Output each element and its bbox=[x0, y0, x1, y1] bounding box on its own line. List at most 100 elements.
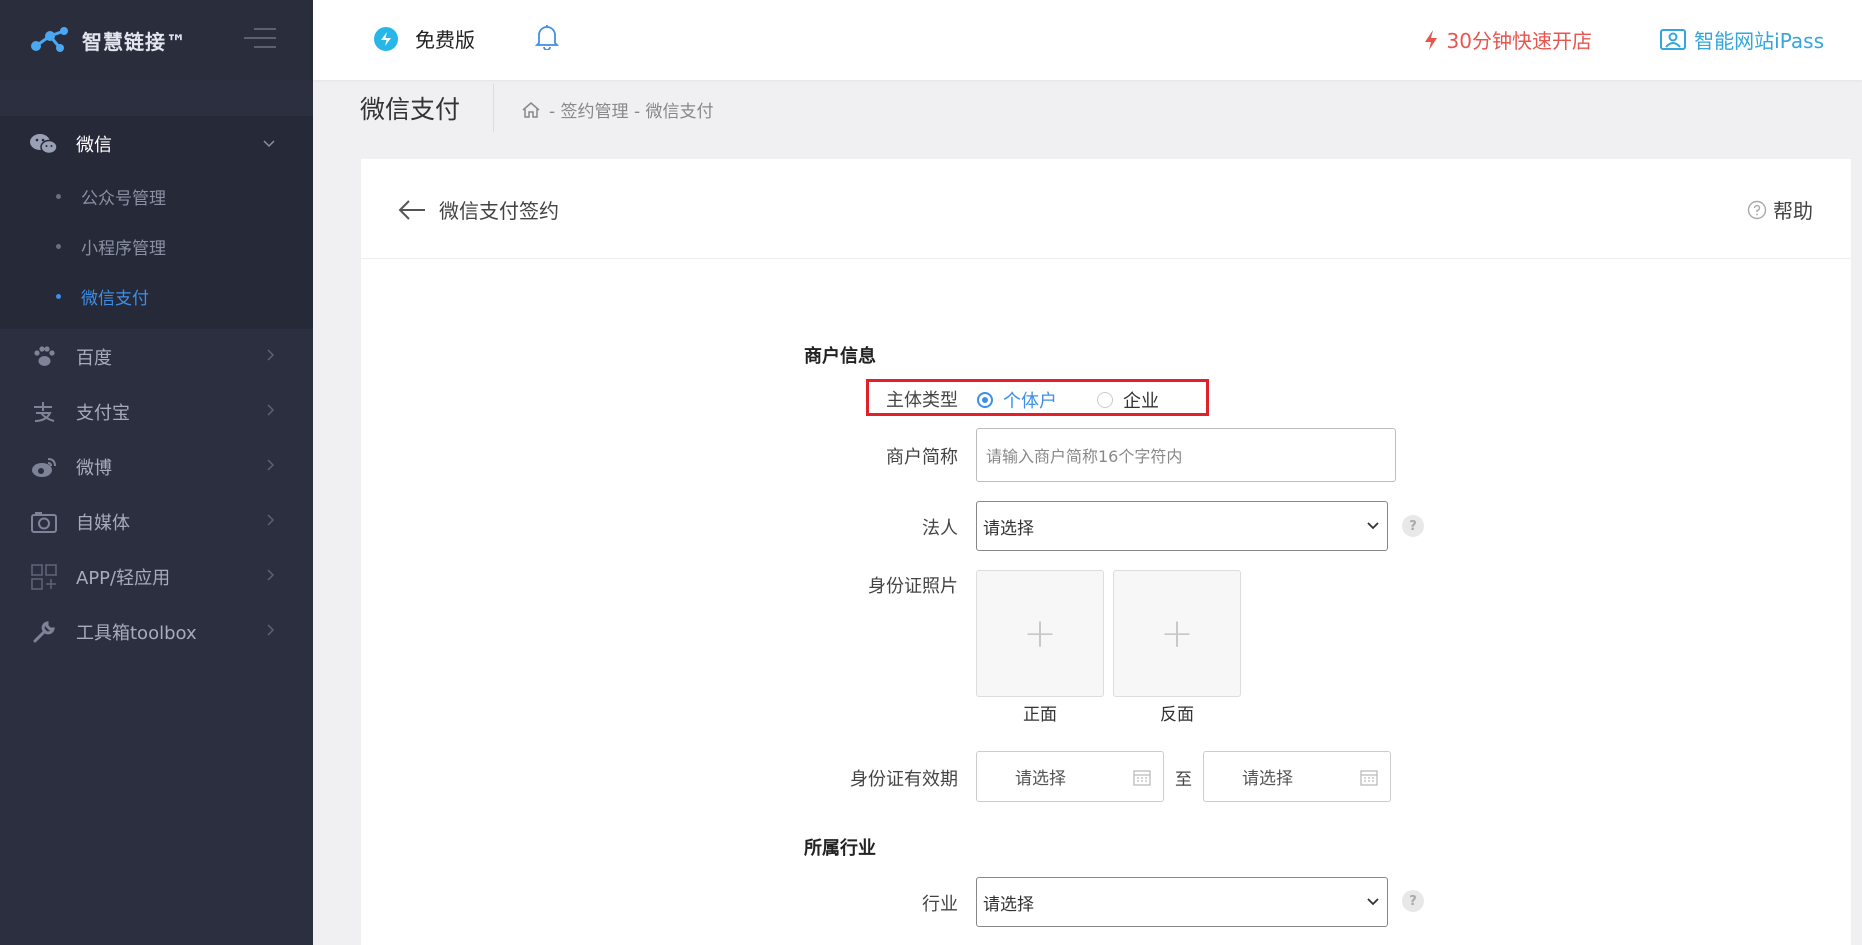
app-grid-icon bbox=[30, 563, 58, 591]
help-circle-icon bbox=[1747, 200, 1767, 219]
radio-option-enterprise[interactable]: 企业 bbox=[1097, 387, 1159, 413]
id-back-upload[interactable]: + bbox=[1113, 570, 1241, 697]
sidebar-item-baidu[interactable]: 百度 bbox=[0, 329, 313, 384]
wechat-icon bbox=[30, 130, 58, 158]
subject-type-radio-group: 个体户 企业 bbox=[977, 387, 1199, 413]
id-validity-start-picker[interactable]: 请选择 bbox=[976, 751, 1164, 802]
chevron-right-icon bbox=[267, 513, 275, 530]
industry-value: 请选择 bbox=[983, 894, 1034, 915]
short-name-input[interactable]: 请输入商户简称16个字符内 bbox=[976, 428, 1396, 482]
short-name-placeholder: 请输入商户简称16个字符内 bbox=[986, 447, 1183, 466]
id-photo-label: 身份证照片 bbox=[868, 576, 958, 597]
divider bbox=[493, 84, 494, 132]
chevron-right-icon bbox=[267, 458, 275, 475]
legal-person-label: 法人 bbox=[922, 518, 958, 539]
home-icon[interactable] bbox=[521, 101, 541, 119]
help-button[interactable]: 帮助 bbox=[1747, 195, 1813, 224]
id-back-caption: 反面 bbox=[1160, 705, 1194, 725]
calendar-icon bbox=[1360, 770, 1378, 786]
sidebar-item-app[interactable]: APP/轻应用 bbox=[0, 549, 313, 604]
industry-select[interactable]: 请选择 bbox=[976, 877, 1388, 927]
brand-logo-icon bbox=[31, 27, 68, 52]
page-title: 微信支付 bbox=[360, 95, 461, 124]
radio-button[interactable] bbox=[977, 392, 993, 408]
chevron-down-icon bbox=[1367, 898, 1379, 906]
sidebar-item-alipay[interactable]: 支付宝 bbox=[0, 384, 313, 439]
bullet-dot bbox=[56, 293, 61, 299]
sidebar-nav: 微信 公众号管理 小程序管理 微信支付 百度 支付宝 微博 自媒体 APP/轻应… bbox=[0, 116, 313, 659]
wrench-icon bbox=[30, 618, 58, 646]
sidebar-subitem-official-accounts[interactable]: 公众号管理 bbox=[0, 171, 313, 221]
sidebar-subitem-wechat-pay[interactable]: 微信支付 bbox=[0, 271, 313, 321]
portrait-frame-icon bbox=[1660, 28, 1687, 50]
help-tooltip-icon[interactable]: ? bbox=[1402, 890, 1424, 912]
radio-label: 企业 bbox=[1123, 391, 1159, 412]
industry-label: 行业 bbox=[922, 894, 958, 915]
sidebar-item-weibo[interactable]: 微博 bbox=[0, 439, 313, 494]
plan-indicator[interactable]: 免费版 bbox=[373, 24, 475, 53]
quick-open-label: 30分钟快速开店 bbox=[1446, 29, 1592, 53]
ipass-label: 智能网站iPass bbox=[1694, 29, 1824, 53]
radio-button[interactable] bbox=[1097, 392, 1113, 408]
legal-person-select[interactable]: 请选择 bbox=[976, 501, 1388, 551]
chevron-right-icon bbox=[267, 568, 275, 585]
menu-toggle-icon[interactable] bbox=[244, 28, 276, 50]
plan-badge-icon bbox=[374, 26, 398, 51]
id-front-caption: 正面 bbox=[1023, 705, 1057, 725]
section-title-merchant: 商户信息 bbox=[804, 346, 876, 367]
breadcrumb: - 签约管理 - 微信支付 bbox=[521, 97, 713, 122]
calendar-icon bbox=[1133, 770, 1151, 786]
subject-type-label: 主体类型 bbox=[886, 390, 958, 411]
sidebar-item-toolbox[interactable]: 工具箱toolbox bbox=[0, 604, 313, 659]
plan-label: 免费版 bbox=[415, 28, 475, 52]
arrow-left-icon bbox=[398, 199, 425, 220]
quick-open-store-link[interactable]: 30分钟快速开店 bbox=[1423, 25, 1592, 54]
sidebar-subitem-label: 公众号管理 bbox=[81, 188, 166, 209]
back-button[interactable]: 微信支付签约 bbox=[397, 195, 559, 224]
chevron-down-icon bbox=[263, 136, 275, 152]
card-title: 微信支付签约 bbox=[439, 199, 559, 223]
section-title-industry: 所属行业 bbox=[804, 838, 876, 859]
weibo-icon bbox=[30, 453, 58, 481]
sidebar-subitem-mini-programs[interactable]: 小程序管理 bbox=[0, 221, 313, 271]
help-tooltip-icon[interactable]: ? bbox=[1402, 515, 1424, 537]
paw-icon bbox=[30, 343, 58, 371]
sidebar-item-label: APP/轻应用 bbox=[76, 567, 171, 589]
bullet-dot bbox=[56, 193, 61, 199]
id-front-upload[interactable]: + bbox=[976, 570, 1104, 697]
sidebar-subitem-label: 微信支付 bbox=[81, 288, 149, 309]
id-validity-label: 身份证有效期 bbox=[850, 769, 958, 790]
sidebar-item-wechat[interactable]: 微信 bbox=[0, 116, 313, 171]
sidebar-item-label: 微信 bbox=[76, 134, 112, 156]
camera-icon bbox=[30, 508, 58, 536]
sidebar-item-label: 工具箱toolbox bbox=[76, 622, 197, 644]
bullet-dot bbox=[56, 243, 61, 249]
sidebar-subitem-label: 小程序管理 bbox=[81, 238, 166, 259]
alipay-icon bbox=[30, 398, 58, 426]
page-header: 微信支付 - 签约管理 - 微信支付 bbox=[313, 80, 1862, 160]
chevron-right-icon bbox=[267, 623, 275, 640]
chevron-right-icon bbox=[267, 348, 275, 365]
sidebar: 智慧链接™ 微信 公众号管理 小程序管理 微信支付 百度 支付宝 微博 自媒体 … bbox=[0, 0, 313, 945]
plus-icon: + bbox=[1160, 610, 1194, 657]
id-validity-end-picker[interactable]: 请选择 bbox=[1203, 751, 1391, 802]
top-header: 免费版 30分钟快速开店 智能网站iPass bbox=[313, 0, 1862, 80]
brand-name: 智慧链接™ bbox=[82, 29, 187, 54]
sidebar-item-label: 自媒体 bbox=[76, 512, 130, 534]
signing-card: 微信支付签约 帮助 bbox=[361, 159, 1851, 945]
nav-group-wechat: 微信 公众号管理 小程序管理 微信支付 bbox=[0, 116, 313, 329]
card-header: 微信支付签约 帮助 bbox=[361, 159, 1851, 259]
radio-option-individual[interactable]: 个体户 bbox=[977, 387, 1057, 413]
chevron-right-icon bbox=[267, 403, 275, 420]
sidebar-item-label: 微博 bbox=[76, 457, 112, 479]
ipass-link[interactable]: 智能网站iPass bbox=[1660, 25, 1824, 54]
sidebar-item-label: 支付宝 bbox=[76, 402, 130, 424]
radio-label: 个体户 bbox=[1003, 391, 1057, 412]
legal-person-value: 请选择 bbox=[983, 518, 1034, 539]
sidebar-item-self-media[interactable]: 自媒体 bbox=[0, 494, 313, 549]
help-label: 帮助 bbox=[1773, 199, 1813, 223]
bell-icon[interactable] bbox=[534, 24, 561, 52]
short-name-label: 商户简称 bbox=[886, 447, 958, 468]
id-validity-end-value: 请选择 bbox=[1242, 769, 1293, 789]
sidebar-item-label: 百度 bbox=[76, 347, 112, 369]
